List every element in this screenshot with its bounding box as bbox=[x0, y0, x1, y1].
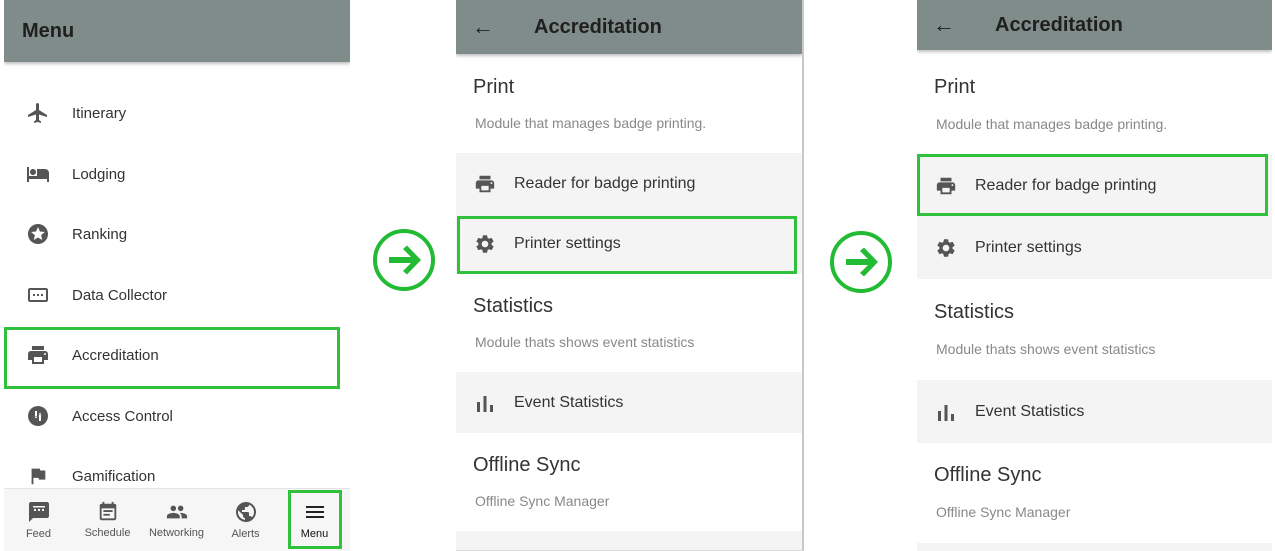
menu-title: Menu bbox=[22, 19, 75, 42]
menu-item-itinerary[interactable]: Itinerary bbox=[4, 85, 344, 141]
reader-for-badge-printing-item[interactable]: Reader for badge printing bbox=[917, 154, 1272, 217]
item-label: Event Statistics bbox=[975, 402, 1085, 420]
offline-sync-row bbox=[917, 543, 1272, 551]
screen-title: Accreditation bbox=[534, 15, 662, 38]
menu-item-accreditation[interactable]: Accreditation bbox=[4, 327, 344, 383]
item-label: Printer settings bbox=[514, 235, 621, 252]
gear-icon bbox=[456, 233, 514, 255]
gear-icon bbox=[917, 237, 975, 259]
printer-icon bbox=[4, 343, 72, 367]
item-label: Reader for badge printing bbox=[975, 176, 1157, 194]
accreditation-app-bar: ← Accreditation bbox=[917, 0, 1272, 50]
hotel-bed-icon bbox=[4, 162, 72, 186]
menu-item-label: Ranking bbox=[72, 225, 128, 243]
calendar-icon bbox=[99, 501, 116, 521]
section-title-print: Print bbox=[934, 76, 976, 98]
section-title-print: Print bbox=[473, 76, 515, 98]
access-control-icon bbox=[4, 404, 72, 428]
hamburger-menu-icon bbox=[305, 506, 324, 518]
star-circle-icon bbox=[4, 222, 72, 246]
section-title-offline-sync: Offline Sync bbox=[473, 454, 581, 476]
nav-alerts[interactable]: Alerts bbox=[211, 489, 280, 551]
nav-feed[interactable]: Feed bbox=[4, 489, 73, 551]
item-label: Event Statistics bbox=[514, 393, 624, 411]
section-subtitle-offline-sync: Offline Sync Manager bbox=[475, 493, 610, 509]
section-subtitle-statistics: Module thats shows event statistics bbox=[475, 334, 695, 350]
event-statistics-item[interactable]: Event Statistics bbox=[917, 380, 1272, 443]
offline-sync-row bbox=[456, 531, 802, 550]
menu-item-ranking[interactable]: Ranking bbox=[4, 206, 344, 262]
flag-icon bbox=[4, 465, 72, 487]
bottom-navigation: Feed Schedule Networking Alerts Menu bbox=[4, 488, 350, 551]
reader-for-badge-printing-item[interactable]: Reader for badge printing bbox=[456, 153, 802, 215]
accreditation-screen: ← Accreditation Print Module that manage… bbox=[917, 0, 1272, 551]
menu-app-bar: Menu bbox=[4, 0, 350, 62]
dialpad-icon bbox=[4, 283, 72, 307]
menu-item-data-collector[interactable]: Data Collector bbox=[4, 267, 344, 323]
section-subtitle-statistics: Module thats shows event statistics bbox=[936, 341, 1156, 357]
bar-chart-icon bbox=[456, 394, 514, 412]
item-label: Printer settings bbox=[975, 239, 1082, 256]
printer-settings-item[interactable]: Printer settings bbox=[456, 215, 802, 273]
back-arrow-icon[interactable]: ← bbox=[917, 12, 995, 38]
nav-label: Alerts bbox=[231, 528, 260, 540]
accreditation-screen: ← Accreditation Print Module that manage… bbox=[456, 0, 804, 551]
menu-item-label: Gamification bbox=[72, 467, 156, 485]
nav-label: Menu bbox=[300, 528, 329, 540]
section-title-statistics: Statistics bbox=[473, 295, 554, 317]
nav-schedule[interactable]: Schedule bbox=[73, 489, 142, 551]
menu-item-label: Accreditation bbox=[72, 346, 159, 364]
section-subtitle-offline-sync: Offline Sync Manager bbox=[936, 504, 1071, 520]
menu-item-lodging[interactable]: Lodging bbox=[4, 146, 344, 202]
feed-icon bbox=[28, 502, 49, 522]
menu-item-access-control[interactable]: Access Control bbox=[4, 388, 344, 444]
bar-chart-icon bbox=[917, 403, 975, 421]
screen-title: Accreditation bbox=[995, 13, 1123, 36]
nav-label: Schedule bbox=[84, 527, 131, 539]
section-title-statistics: Statistics bbox=[934, 301, 1015, 323]
nav-label: Networking bbox=[148, 527, 205, 539]
menu-item-label: Access Control bbox=[72, 407, 173, 425]
nav-menu[interactable]: Menu bbox=[280, 489, 349, 551]
right-arrow-circle-icon bbox=[830, 231, 892, 293]
menu-item-label: Itinerary bbox=[72, 104, 127, 122]
airplane-icon bbox=[4, 101, 72, 125]
section-subtitle-print: Module that manages badge printing. bbox=[475, 115, 707, 131]
menu-screen: Menu Itinerary Lodging Ranking Data Coll… bbox=[4, 0, 350, 551]
item-label: Reader for badge printing bbox=[514, 175, 696, 192]
printer-icon bbox=[456, 173, 514, 195]
menu-item-label: Lodging bbox=[72, 165, 126, 183]
menu-item-label: Data Collector bbox=[72, 286, 168, 304]
back-arrow-icon[interactable]: ← bbox=[456, 14, 534, 40]
accreditation-app-bar: ← Accreditation bbox=[456, 0, 802, 54]
section-title-offline-sync: Offline Sync bbox=[934, 464, 1042, 486]
section-subtitle-print: Module that manages badge printing. bbox=[936, 116, 1168, 132]
nav-label: Feed bbox=[25, 528, 52, 540]
globe-icon bbox=[235, 502, 256, 522]
nav-networking[interactable]: Networking bbox=[142, 489, 211, 551]
right-arrow-circle-icon bbox=[373, 229, 435, 291]
people-icon bbox=[166, 505, 187, 519]
event-statistics-item[interactable]: Event Statistics bbox=[456, 372, 802, 433]
printer-settings-item[interactable]: Printer settings bbox=[917, 217, 1272, 279]
printer-icon bbox=[917, 175, 975, 197]
